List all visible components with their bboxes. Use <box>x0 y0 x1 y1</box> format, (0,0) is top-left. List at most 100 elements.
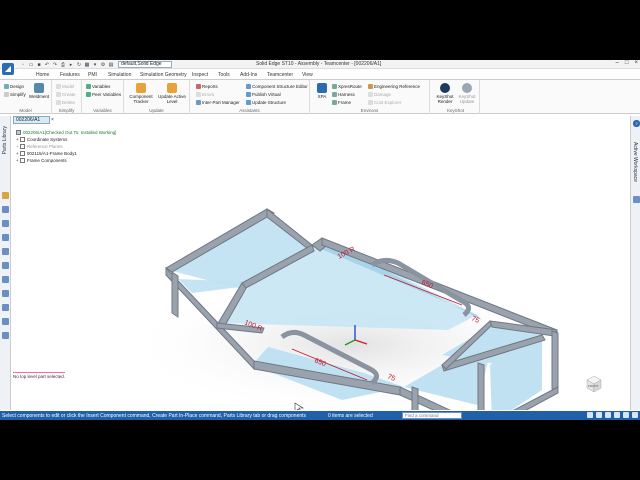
workspace-icon[interactable] <box>633 196 640 203</box>
pan-icon[interactable] <box>614 412 620 418</box>
tree-item-coordinate-systems[interactable]: + Coordinate Systems <box>16 137 67 143</box>
expand-icon[interactable]: + <box>16 144 19 149</box>
grid-view-icon[interactable] <box>2 290 9 297</box>
harness-icon <box>332 92 337 98</box>
view-style-icon[interactable] <box>632 412 638 418</box>
tools-icon[interactable]: ⚙ <box>100 62 106 68</box>
tree-item-frame-components[interactable]: + Frame Components <box>16 158 67 164</box>
reports-button[interactable]: Reports <box>196 84 218 90</box>
inter-part-manager-button[interactable]: Inter-Part Manager <box>196 100 240 106</box>
layers-icon[interactable] <box>2 206 9 213</box>
sensors-icon[interactable] <box>2 234 9 241</box>
down-arrow-icon[interactable]: ▾ <box>92 62 98 68</box>
component-tracker-button[interactable]: Component Tracker <box>127 83 155 104</box>
engineering-reference-button[interactable]: Engineering Reference <box>368 84 420 90</box>
grid-icon[interactable]: ▦ <box>84 62 90 68</box>
pathfinder-icon[interactable] <box>2 192 9 199</box>
fit-icon[interactable] <box>605 412 611 418</box>
print-icon[interactable]: ⎙ <box>60 62 66 68</box>
redo-icon[interactable]: ↷ <box>52 62 58 68</box>
simplify-option[interactable]: Simplify <box>4 92 26 98</box>
alternate-assemblies-icon[interactable] <box>2 276 9 283</box>
close-button[interactable]: × <box>634 60 638 66</box>
update-active-level-button[interactable]: Update Active Level <box>156 83 188 104</box>
checkbox-icon[interactable] <box>19 137 25 143</box>
tab-simulation-geometry[interactable]: Simulation Geometry <box>140 72 187 78</box>
publish-virtual-button[interactable]: Publish Virtual <box>246 92 281 98</box>
tab-inspect[interactable]: Inspect <box>192 72 208 78</box>
tab-add-ins[interactable]: Add-Ins <box>240 72 257 78</box>
harness-button[interactable]: Harness <box>332 92 355 98</box>
select-icon[interactable]: ▸ <box>68 62 74 68</box>
save-icon[interactable]: ■ <box>36 62 42 68</box>
application-window: ▫ ▭ ■ ↶ ↷ ⎙ ▸ ↻ ▦ ▾ ⚙ ▤ ▾ default,Solid … <box>0 60 640 420</box>
parts-library-tab[interactable]: Parts Library <box>2 126 8 154</box>
tree-item-frame-body[interactable]: + 002115/A1-Frame Body1 <box>16 151 77 157</box>
open-icon[interactable]: ▭ <box>28 62 34 68</box>
xpa-icon <box>317 83 327 93</box>
tab-pmi[interactable]: PMI <box>88 72 97 78</box>
tree-item-reference-planes[interactable]: + Reference Planes <box>16 144 63 150</box>
active-workspace-tab[interactable]: Active Workspace <box>632 142 638 182</box>
command-finder-input[interactable]: Find a command <box>402 412 462 419</box>
assembly-icon <box>16 130 21 136</box>
keyshot-render-button[interactable]: KeyShot Render <box>435 83 455 104</box>
refresh-icon[interactable]: ↻ <box>76 62 82 68</box>
feature-library-icon[interactable] <box>2 262 9 269</box>
options-icon[interactable]: ▤ <box>108 62 114 68</box>
variables-button[interactable]: Variables <box>86 84 110 90</box>
simplify-create-button[interactable]: Create <box>56 92 76 98</box>
tree-root[interactable]: 002206/A1[Checked Out To: Installed Work… <box>16 130 116 136</box>
simplify-model-button[interactable]: Model <box>56 84 74 90</box>
teamcenter-icon[interactable] <box>2 332 9 339</box>
zoom-area-icon[interactable] <box>587 412 593 418</box>
xpa-button[interactable]: XPA <box>314 83 330 99</box>
tab-view[interactable]: View <box>302 72 313 78</box>
component-structure-editor-button[interactable]: Component Structure Editor <box>246 84 308 90</box>
design-option[interactable]: Design <box>4 84 24 90</box>
maximize-button[interactable]: □ <box>625 60 629 66</box>
errors-button[interactable]: Errors <box>196 92 214 98</box>
undo-icon[interactable]: ↶ <box>44 62 50 68</box>
update-icon <box>167 83 177 93</box>
frame-button[interactable]: Frame <box>332 100 351 106</box>
help-icon[interactable]: ? <box>633 120 640 127</box>
tab-tools[interactable]: Tools <box>218 72 230 78</box>
family-icon[interactable] <box>2 248 9 255</box>
ribbon: Design Simplify Weldment Model Model Cre… <box>0 80 640 114</box>
tab-features[interactable]: Features <box>60 72 80 78</box>
model-viewport[interactable]: 100 R 650 75 100 R 650 75 <box>12 125 626 410</box>
update-structure-button[interactable]: Update Structure <box>246 100 286 106</box>
view-cube[interactable]: FRONT <box>583 372 605 394</box>
solid-edge-logo[interactable]: ◢ <box>2 63 14 75</box>
simplify-delete-button[interactable]: Delete <box>56 100 75 106</box>
frame-member <box>551 330 559 392</box>
group-keyshot: KeyShot Render KeyShot Update KeyShot <box>432 80 480 114</box>
new-icon[interactable]: ▫ <box>20 62 26 68</box>
views-icon[interactable] <box>2 304 9 311</box>
expand-icon[interactable]: + <box>16 158 19 163</box>
cost-explorer-button[interactable]: Cost Explorer <box>368 100 401 106</box>
xpresroute-button[interactable]: XpresRoute <box>332 84 362 90</box>
damage-button[interactable]: Damage <box>368 92 391 98</box>
close-tab-icon[interactable]: × <box>51 117 54 123</box>
expand-icon[interactable]: + <box>16 137 19 142</box>
help-icon[interactable] <box>2 318 9 325</box>
tab-home[interactable]: Home <box>36 72 49 78</box>
group-model: Design Simplify Weldment Model <box>0 80 52 114</box>
zoom-icon[interactable] <box>596 412 602 418</box>
rotate-icon[interactable] <box>623 412 629 418</box>
checkbox-icon[interactable] <box>19 151 25 157</box>
environment-select[interactable]: default,Solid Edge <box>118 61 172 68</box>
peer-variables-button[interactable]: Peer Variables <box>86 92 121 98</box>
checkbox-icon[interactable] <box>19 144 25 150</box>
tab-teamcenter[interactable]: Teamcenter <box>267 72 293 78</box>
weldment-button[interactable]: Weldment <box>28 83 50 99</box>
document-tab[interactable]: 002206/A1 <box>13 116 50 124</box>
selection-icon[interactable] <box>2 220 9 227</box>
minimize-button[interactable]: – <box>616 60 619 66</box>
design-icon <box>4 84 9 90</box>
keyshot-update-button[interactable]: KeyShot Update <box>456 83 478 104</box>
expand-icon[interactable]: + <box>16 151 19 156</box>
tab-simulation[interactable]: Simulation <box>108 72 131 78</box>
